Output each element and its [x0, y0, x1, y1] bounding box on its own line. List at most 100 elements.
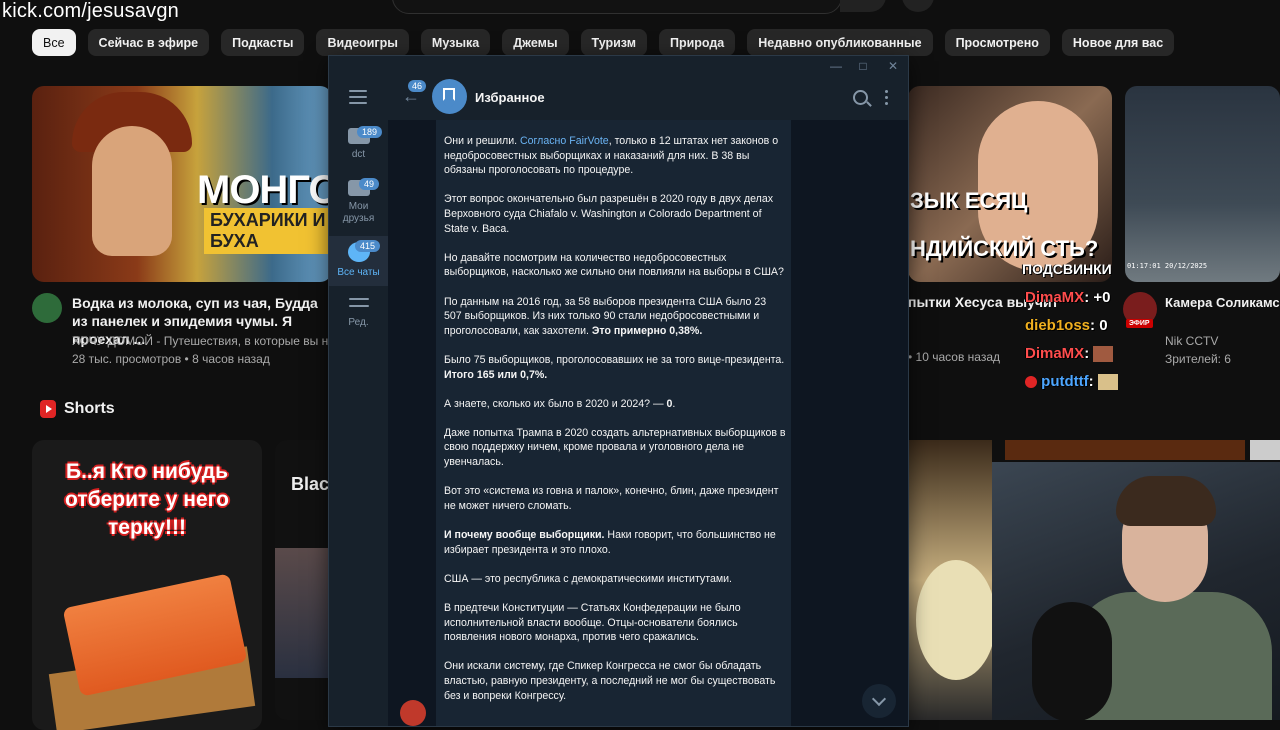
sender-avatar[interactable]: [400, 700, 426, 726]
thumbnail-subtext: НДИЙСКИЙ СТЬ?: [910, 236, 1099, 261]
close-button[interactable]: ✕: [883, 59, 903, 73]
chat-area[interactable]: Они и решили. Согласно FairVote, только …: [388, 120, 908, 726]
unread-badge: 415: [355, 240, 381, 252]
video-title-3[interactable]: Камера Соликамск Пермский край / С: [1165, 294, 1280, 312]
unread-badge: 189: [357, 126, 383, 138]
thumbnail-text: ЗЫК ЕСЯЦ: [910, 188, 1028, 213]
back-unread-badge: 46: [408, 80, 427, 92]
chip-nature[interactable]: Природа: [658, 29, 736, 56]
chat-username: dieb1oss: [1025, 317, 1091, 334]
message-paragraph: Вот это «система из говна и палок», коне…: [444, 485, 779, 512]
chat-username: DimaMX: [1025, 289, 1085, 306]
chip-jams[interactable]: Джемы: [502, 29, 569, 56]
video-meta-2: • 10 часов назад: [908, 350, 1001, 364]
chip-new-for-you[interactable]: Новое для вас: [1061, 29, 1175, 56]
thumbnail-subtext: БУХАРИКИ И БУХА: [204, 208, 332, 254]
streamer-webcam: [992, 462, 1280, 720]
cctv-timestamp: 01:17:01 20/12/2025: [1127, 262, 1208, 270]
stream-chat-line: DimaMX: +0: [1025, 289, 1110, 306]
filter-chips-bar: Все Сейчас в эфире Подкасты Видеоигры Му…: [32, 29, 1175, 56]
thumbnail-person: [92, 126, 172, 256]
short-card-1[interactable]: Б..я Кто нибудь отберите у него терку!!!: [32, 440, 262, 730]
badge-icon: [1025, 376, 1037, 389]
chip-live[interactable]: Сейчас в эфире: [87, 29, 210, 56]
chat-username: putdttf: [1041, 373, 1089, 390]
message-paragraph: Но давайте посмотрим на количество недоб…: [444, 251, 784, 279]
shorts-heading-text: Shorts: [64, 400, 115, 417]
stream-chat-line: DimaMX:: [1025, 345, 1114, 363]
message-paragraph: Было 75 выборщиков, проголосовавших не з…: [444, 353, 785, 381]
fairvote-link[interactable]: Согласно FairVote: [520, 135, 609, 147]
search-input[interactable]: [392, 0, 842, 14]
message-paragraph: А знаете, сколько их было в 2020 и 2024?…: [444, 397, 676, 410]
video-meta-1: ХОЧУ ДОМОЙ - Путешествия, в которые вы н…: [72, 332, 328, 368]
streamer-hair: [1116, 476, 1216, 526]
chat-message: : +0: [1084, 289, 1111, 306]
chip-podcasts[interactable]: Подкасты: [221, 29, 305, 56]
folder-dct[interactable]: 189 dct: [329, 126, 388, 176]
short-card-3[interactable]: [908, 440, 996, 720]
saved-messages-avatar[interactable]: [432, 79, 467, 114]
shorts-heading: Shorts: [40, 400, 115, 418]
video-thumbnail-1[interactable]: МОНГОЛ БУХАРИКИ И БУХА: [32, 86, 332, 282]
folder-label: Ред.: [348, 317, 369, 328]
minimize-button[interactable]: —: [826, 59, 846, 73]
video-meta-3: Nik CCTV Зрителей: 6: [1165, 332, 1231, 368]
chat-message: : 0: [1090, 317, 1108, 334]
chip-watched[interactable]: Просмотрено: [944, 29, 1050, 56]
thumbnail-text: МОНГОЛ: [197, 168, 332, 212]
chip-all[interactable]: Все: [32, 29, 76, 56]
stream-chat-line: dieb1oss: 0: [1025, 317, 1108, 334]
voice-search-button[interactable]: [902, 0, 934, 12]
folder-label: dct: [351, 149, 366, 160]
folder-sidebar: 189 dct 49 Мои друзья 415 Все чаты Ред.: [329, 76, 388, 726]
stream-chat-header: ПОДСВИНКИ: [1022, 261, 1112, 277]
folder-label: Все чаты: [337, 267, 380, 278]
video-channel[interactable]: Nik CCTV: [1165, 332, 1231, 350]
live-badge: ЭФИР: [1126, 319, 1153, 328]
search-button[interactable]: [840, 0, 886, 12]
hamburger-menu-icon[interactable]: [349, 90, 367, 104]
scroll-down-button[interactable]: [862, 684, 896, 718]
short-caption: Б..я Кто нибудь отберите у него терку!!!: [65, 460, 229, 539]
chip-tourism[interactable]: Туризм: [580, 29, 647, 56]
short-card-4[interactable]: [1005, 440, 1245, 460]
message-paragraph: Они искали систему, где Спикер Конгресса…: [444, 660, 776, 702]
short-caption: Blac: [291, 474, 330, 494]
message-paragraph: США — это республика с демократическими …: [444, 572, 732, 585]
search-icon[interactable]: [853, 90, 868, 105]
window-titlebar[interactable]: — □ ✕: [329, 56, 908, 76]
folder-all-chats[interactable]: 415 Все чаты: [329, 236, 388, 286]
video-channel[interactable]: ХОЧУ ДОМОЙ - Путешествия, в которые вы н…: [72, 332, 328, 350]
message-paragraph: Они и решили. Согласно FairVote, только …: [444, 135, 779, 177]
message-paragraph: В предтечи Конституции — Статьях Конфеде…: [444, 602, 741, 644]
video-thumbnail-2[interactable]: ЗЫК ЕСЯЦ НДИЙСКИЙ СТЬ?: [908, 86, 1112, 282]
short-card-5[interactable]: [1250, 440, 1280, 460]
emote-icon: [1097, 374, 1118, 391]
unread-badge: 49: [359, 178, 380, 190]
video-thumbnail-3[interactable]: 01:17:01 20/12/2025: [1125, 86, 1280, 282]
folder-my-friends[interactable]: 49 Мои друзья: [329, 178, 388, 236]
chip-recently-uploaded[interactable]: Недавно опубликованные: [747, 29, 933, 56]
microphone: [1032, 602, 1112, 720]
more-options-icon[interactable]: [885, 90, 889, 108]
folder-edit[interactable]: Ред.: [329, 298, 388, 338]
chat-title[interactable]: Избранное: [475, 90, 545, 105]
channel-avatar[interactable]: [32, 293, 62, 323]
message-paragraph: По данным на 2016 год, за 58 выборов пре…: [444, 295, 767, 337]
shorts-icon: [40, 400, 56, 418]
sliders-icon: [348, 298, 369, 312]
chip-music[interactable]: Музыка: [420, 29, 491, 56]
short-card-2[interactable]: Blac: [275, 440, 333, 720]
short-image: [275, 548, 333, 678]
message-text: Они и решили. Согласно FairVote, только …: [444, 134, 786, 718]
chip-videogames[interactable]: Видеоигры: [316, 29, 409, 56]
telegram-window: — □ ✕ 189 dct 49 Мои друзья 415 Все чаты…: [328, 55, 909, 727]
message-paragraph: Этот вопрос окончательно был разрешён в …: [444, 193, 774, 235]
chat-message: :: [1088, 373, 1094, 390]
emote-icon: [1093, 346, 1114, 363]
chat-header: ← 46 Избранное: [388, 76, 908, 121]
short-image: [916, 560, 996, 680]
chat-username: DimaMX: [1025, 345, 1085, 362]
maximize-button[interactable]: □: [853, 59, 873, 73]
